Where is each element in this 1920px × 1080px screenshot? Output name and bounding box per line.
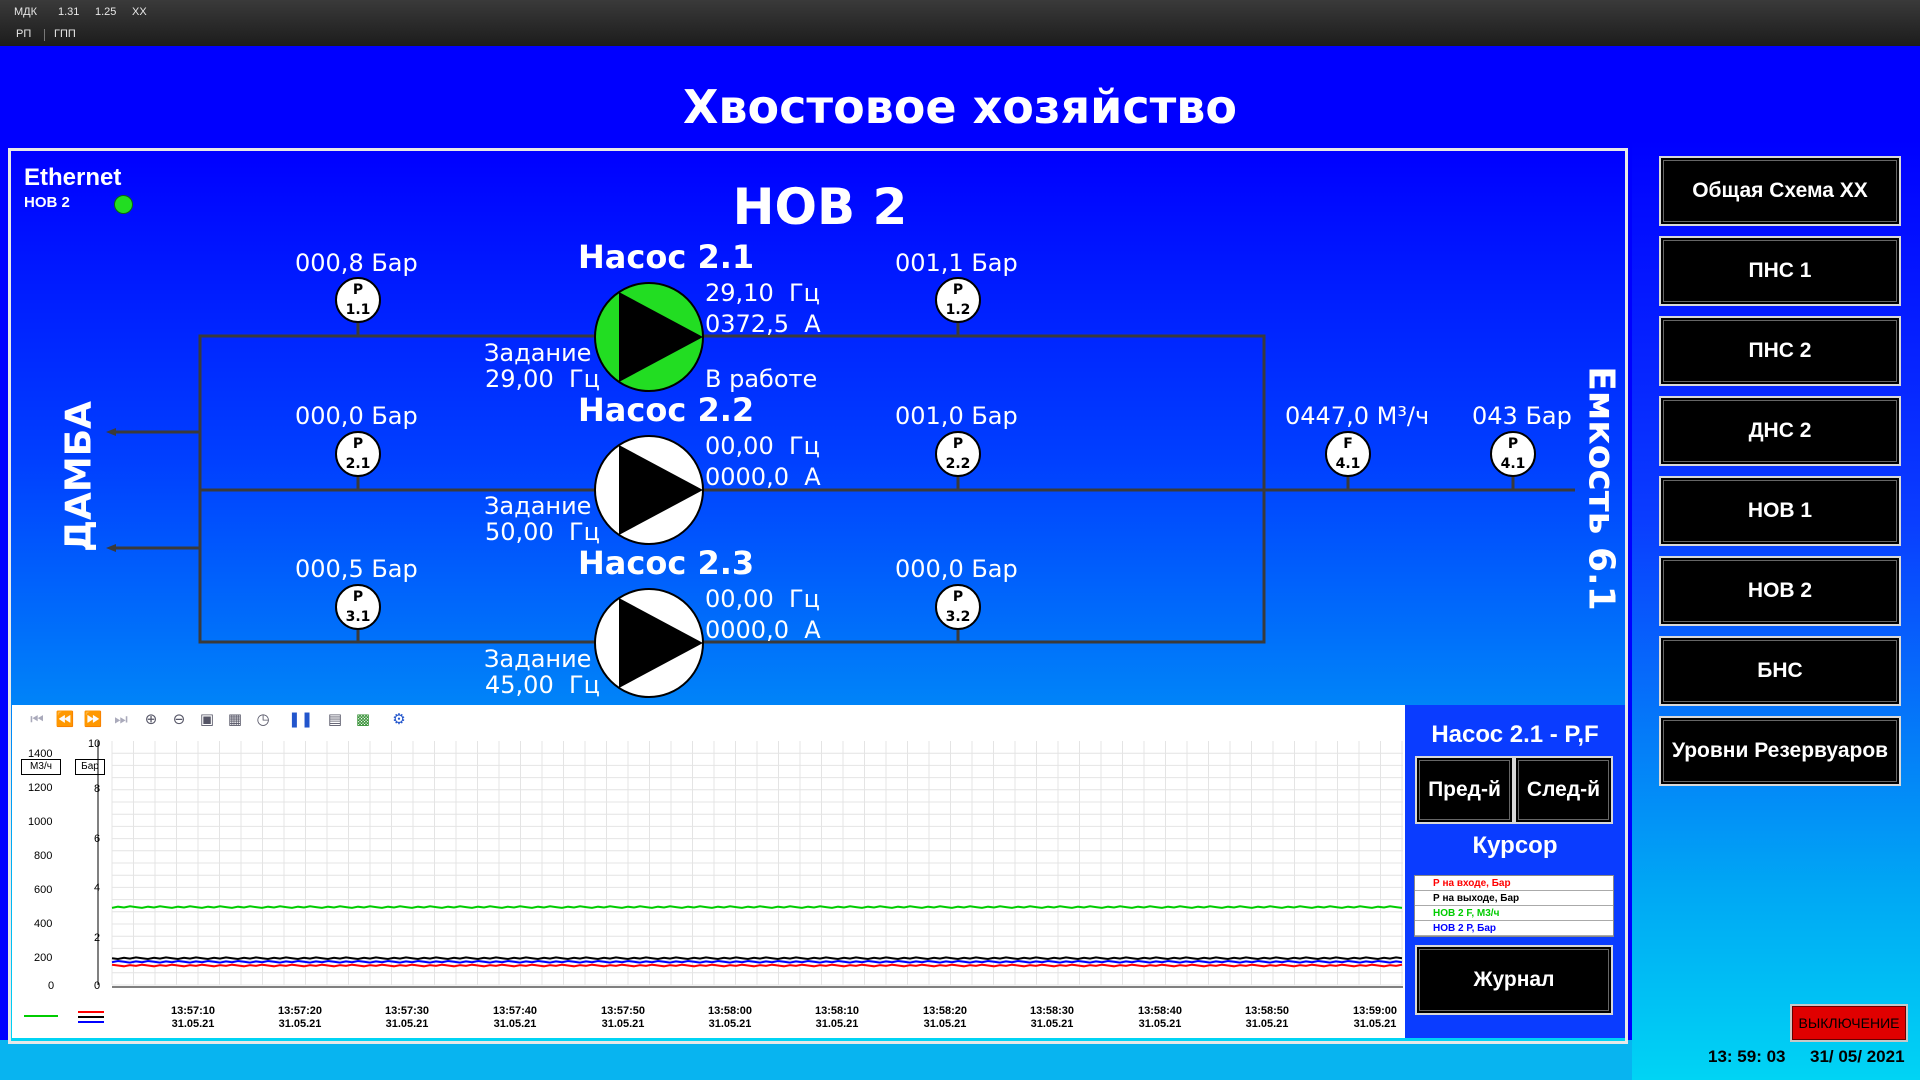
- x-tick-date: 31.05.21: [278, 1018, 322, 1030]
- x-axis-tick: 13:59:00 31.05.21: [1340, 1005, 1410, 1031]
- x-tick-date: 31.05.21: [171, 1018, 215, 1030]
- x-tick-date: 31.05.21: [708, 1018, 752, 1030]
- x-tick-time: 13:58:00: [707, 1005, 753, 1017]
- cursor-label[interactable]: Курсор: [1405, 832, 1625, 860]
- x-axis-tick: 13:57:10 31.05.21: [158, 1005, 228, 1031]
- legend-entry-flow[interactable]: НОВ 2 F, М3/ч: [1415, 906, 1613, 921]
- x-tick-time: 13:59:00: [1352, 1005, 1398, 1017]
- chart-title: Насос 2.1 - P,F: [1431, 721, 1599, 748]
- x-axis-tick: 13:58:10 31.05.21: [802, 1005, 872, 1031]
- journal-button[interactable]: Журнал: [1415, 945, 1613, 1015]
- x-tick-time: 13:57:40: [492, 1005, 538, 1017]
- x-tick-time: 13:58:50: [1244, 1005, 1290, 1017]
- x-tick-time: 13:57:50: [600, 1005, 646, 1017]
- x-tick-time: 13:58:30: [1029, 1005, 1075, 1017]
- x-tick-time: 13:58:20: [922, 1005, 968, 1017]
- x-axis-tick: 13:57:40 31.05.21: [480, 1005, 550, 1031]
- x-tick-time: 13:58:10: [814, 1005, 860, 1017]
- x-tick-time: 13:57:20: [277, 1005, 323, 1017]
- x-axis-tick: 13:57:30 31.05.21: [372, 1005, 442, 1031]
- prev-button[interactable]: Пред-й: [1415, 756, 1514, 824]
- x-tick-date: 31.05.21: [1353, 1018, 1397, 1030]
- x-axis-tick: 13:58:50 31.05.21: [1232, 1005, 1302, 1031]
- x-axis-tick: 13:58:20 31.05.21: [910, 1005, 980, 1031]
- x-axis-tick: 13:57:20 31.05.21: [265, 1005, 335, 1031]
- x-axis-tick: 13:58:00 31.05.21: [695, 1005, 765, 1031]
- trend-plot: [24, 741, 1403, 1023]
- legend-entry-p-in[interactable]: Р на входе, Бар: [1415, 876, 1613, 891]
- x-tick-date: 31.05.21: [1245, 1018, 1289, 1030]
- legend-entry-p-nov[interactable]: НОВ 2 Р, Бар: [1415, 921, 1613, 936]
- x-tick-time: 13:58:40: [1137, 1005, 1183, 1017]
- next-button[interactable]: След-й: [1514, 756, 1613, 824]
- x-tick-date: 31.05.21: [923, 1018, 967, 1030]
- x-tick-date: 31.05.21: [493, 1018, 537, 1030]
- x-tick-date: 31.05.21: [1030, 1018, 1074, 1030]
- shutdown-button[interactable]: ВЫКЛЮЧЕНИЕ: [1790, 1004, 1908, 1042]
- clock-time: 13: 59: 03: [1708, 1047, 1786, 1066]
- series-line-1: [111, 956, 1403, 961]
- clock-date: 31/ 05/ 2021: [1810, 1047, 1905, 1066]
- x-axis-tick: 13:58:30 31.05.21: [1017, 1005, 1087, 1031]
- x-tick-time: 13:57:30: [384, 1005, 430, 1017]
- x-tick-time: 13:57:10: [170, 1005, 216, 1017]
- x-tick-date: 31.05.21: [601, 1018, 645, 1030]
- x-axis-tick: 13:57:50 31.05.21: [588, 1005, 658, 1031]
- x-axis-tick: 13:58:40 31.05.21: [1125, 1005, 1195, 1031]
- x-tick-date: 31.05.21: [385, 1018, 429, 1030]
- x-tick-date: 31.05.21: [815, 1018, 859, 1030]
- x-tick-date: 31.05.21: [1138, 1018, 1182, 1030]
- legend-entry-p-out[interactable]: Р на выходе, Бар: [1415, 891, 1613, 906]
